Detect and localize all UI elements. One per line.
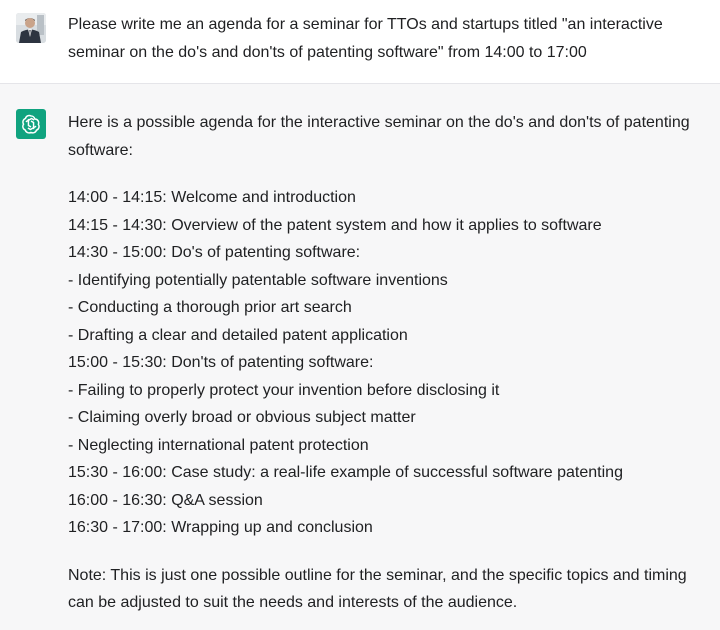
assistant-note: Note: This is just one possible outline …	[68, 566, 687, 612]
assistant-message-text: Here is a possible agenda for the intera…	[68, 109, 716, 630]
agenda-line: 14:00 - 14:15: Welcome and introduction	[68, 189, 356, 206]
user-photo-avatar-icon	[16, 13, 46, 43]
openai-logo-icon	[22, 114, 40, 134]
agenda-line: 15:00 - 15:30: Don'ts of patenting softw…	[68, 354, 374, 371]
assistant-intro: Here is a possible agenda for the intera…	[68, 114, 690, 159]
agenda-line: 16:30 - 17:00: Wrapping up and conclusio…	[68, 519, 373, 536]
agenda-line: - Identifying potentially patentable sof…	[68, 271, 448, 289]
chat-thread: Please write me an agenda for a seminar …	[0, 0, 720, 630]
agenda-line: - Conducting a thorough prior art search	[68, 299, 352, 316]
agenda-line: - Drafting a clear and detailed patent a…	[68, 326, 408, 344]
agenda-line: 14:30 - 15:00: Do's of patenting softwar…	[68, 244, 361, 261]
user-message-text: Please write me an agenda for a seminar …	[68, 16, 663, 61]
assistant-message: Here is a possible agenda for the intera…	[0, 84, 720, 630]
agenda-line: 16:00 - 16:30: Q&A session	[68, 491, 263, 509]
agenda-line: 14:15 - 14:30: Overview of the patent sy…	[68, 216, 602, 234]
user-message: Please write me an agenda for a seminar …	[0, 0, 720, 84]
agenda-line: - Claiming overly broad or obvious subje…	[68, 409, 416, 426]
agenda-list: 14:00 - 14:15: Welcome and introduction …	[68, 184, 716, 542]
agenda-line: - Neglecting international patent protec…	[68, 436, 369, 454]
user-avatar	[16, 13, 46, 43]
assistant-avatar	[16, 109, 46, 139]
agenda-line: - Failing to properly protect your inven…	[68, 381, 500, 399]
agenda-line: 15:30 - 16:00: Case study: a real-life e…	[68, 464, 623, 481]
